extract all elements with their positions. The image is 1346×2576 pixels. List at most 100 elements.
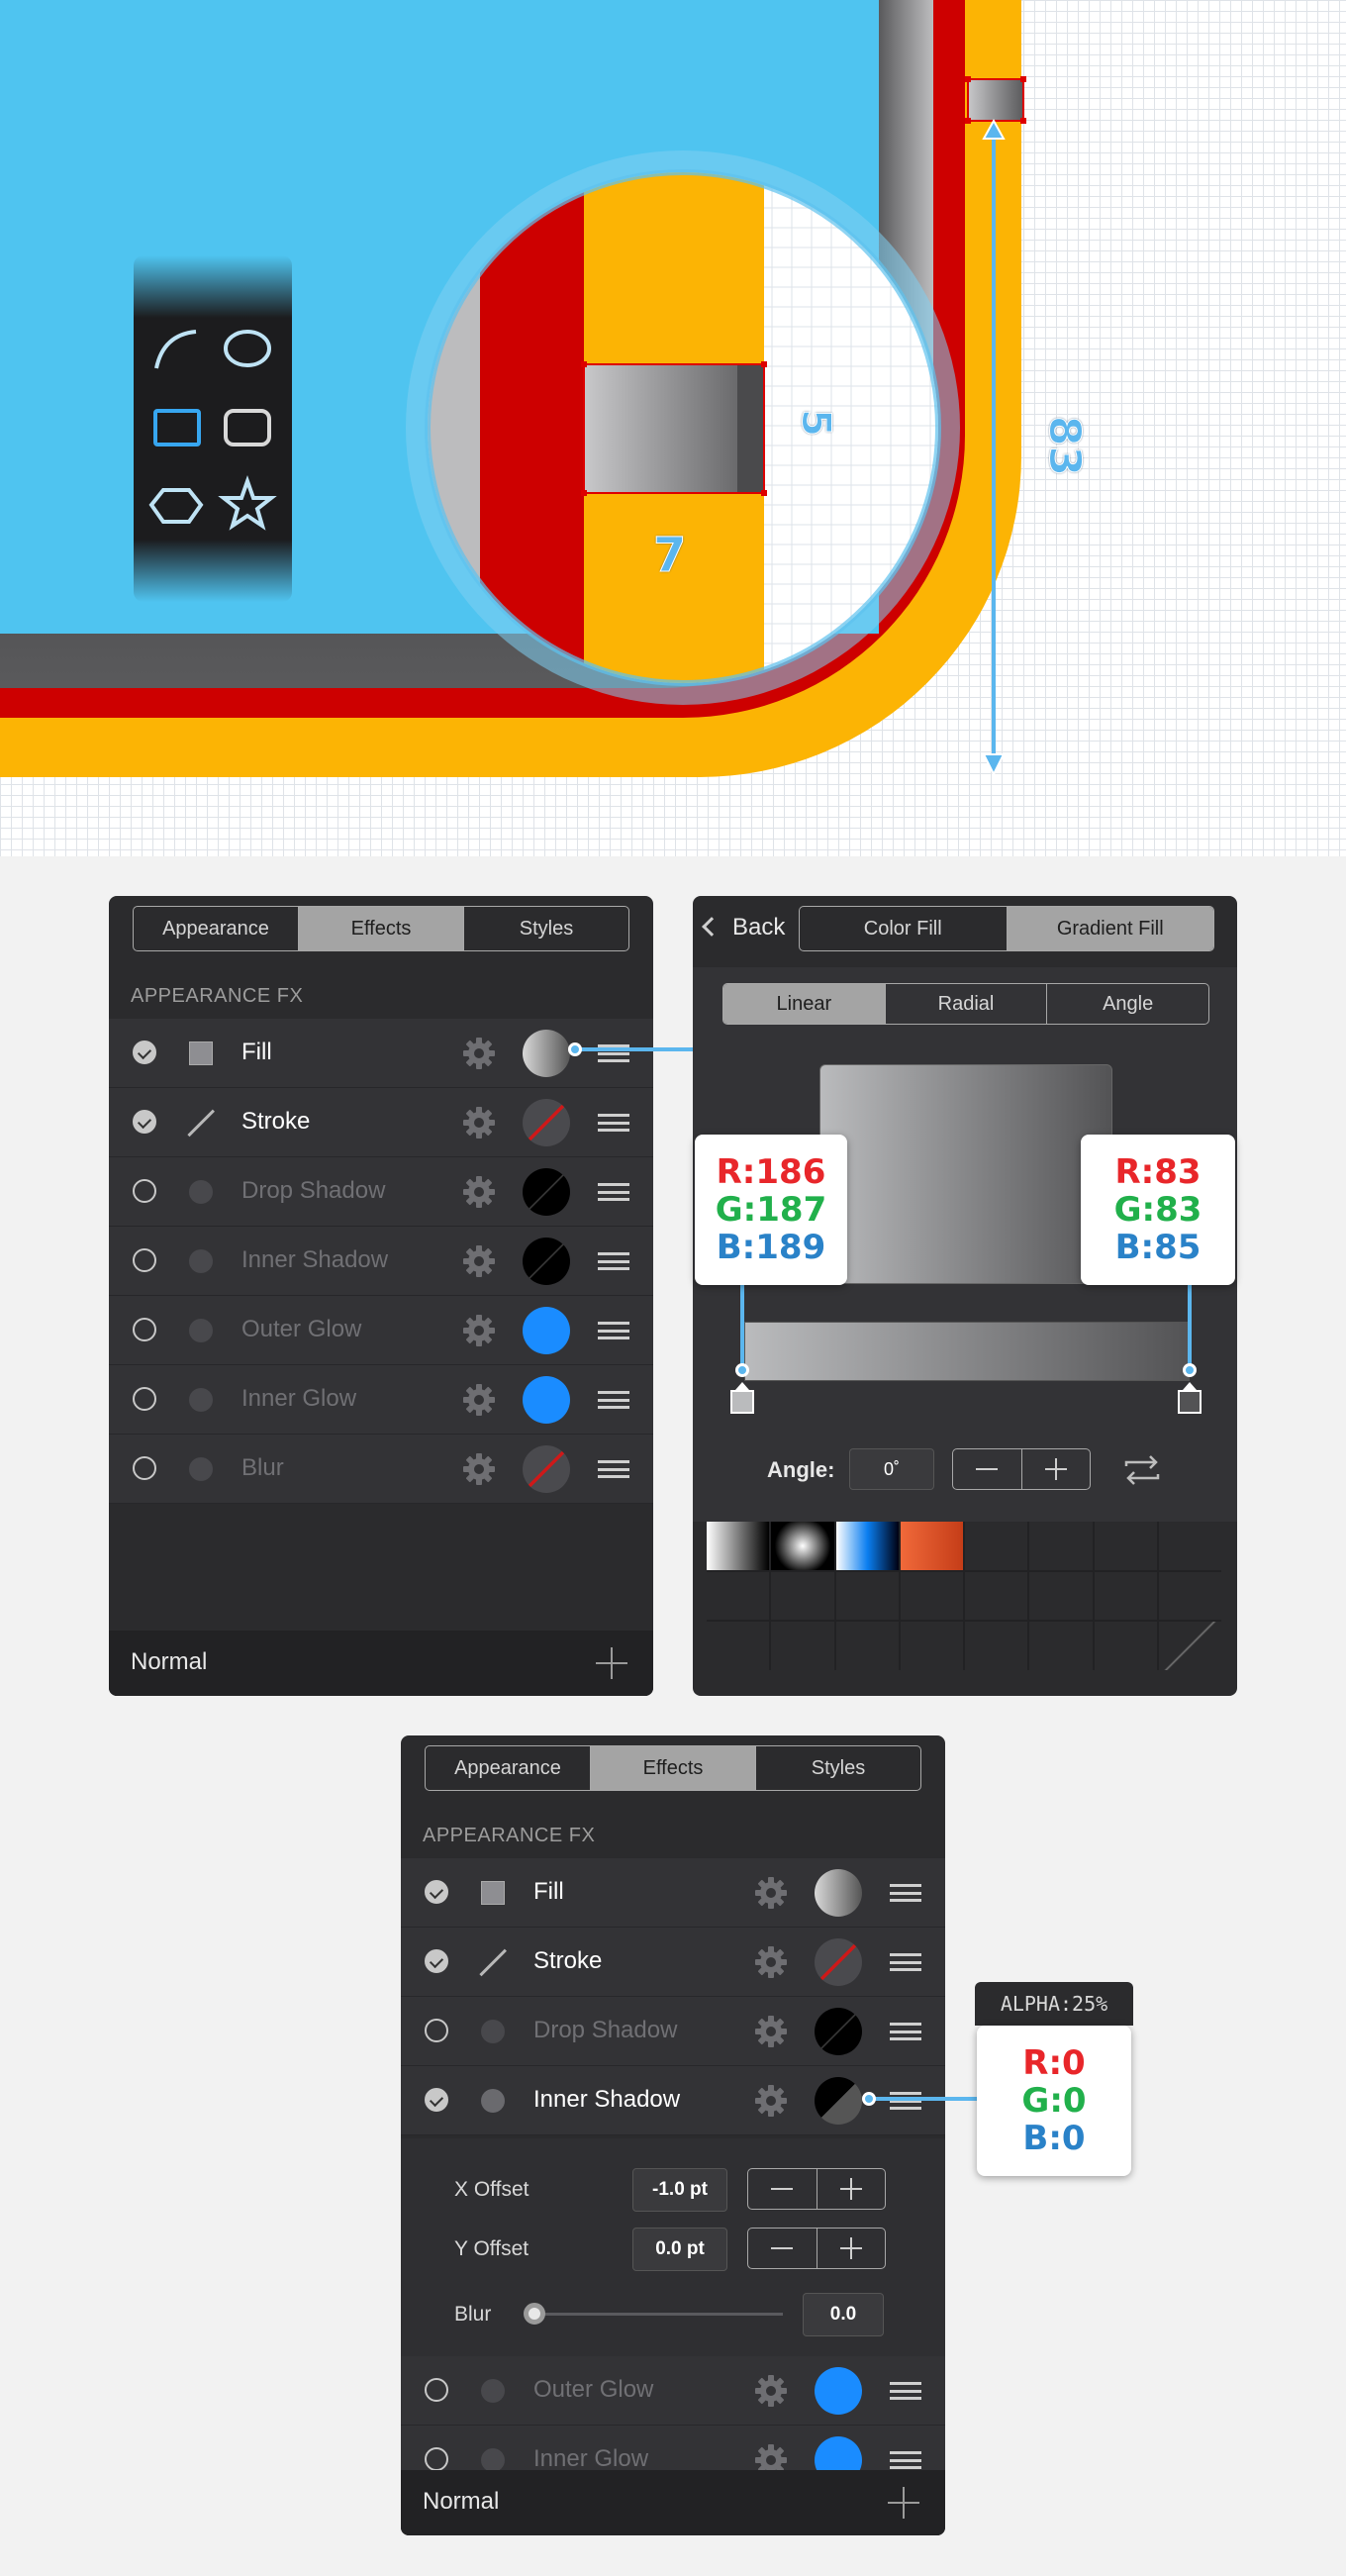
checkbox[interactable] — [133, 1248, 156, 1272]
color-swatch[interactable] — [523, 1168, 570, 1216]
preset-swatch[interactable] — [1094, 1571, 1157, 1621]
preset-swatch[interactable] — [771, 1622, 834, 1670]
checkbox[interactable] — [425, 1949, 448, 1973]
color-swatch[interactable] — [815, 2077, 862, 2125]
preset-swatch[interactable] — [707, 1571, 770, 1621]
gradient-stop-right[interactable] — [1178, 1382, 1202, 1414]
drag-handle-icon[interactable] — [890, 2451, 921, 2469]
gear-icon[interactable] — [461, 1451, 497, 1487]
angle-field[interactable]: 0˚ — [849, 1448, 934, 1490]
preset-swatch[interactable] — [1094, 1522, 1157, 1570]
checkbox[interactable] — [425, 1880, 448, 1904]
preset-swatch[interactable] — [900, 1622, 963, 1670]
drag-handle-icon[interactable] — [598, 1322, 629, 1339]
drag-handle-icon[interactable] — [598, 1252, 629, 1270]
checkbox[interactable] — [425, 2447, 448, 2471]
gear-icon[interactable] — [753, 1875, 789, 1911]
add-effect-icon[interactable] — [888, 2487, 919, 2519]
drag-handle-icon[interactable] — [890, 2382, 921, 2400]
preset-swatch[interactable] — [1094, 1622, 1157, 1670]
gradient-bar[interactable] — [744, 1322, 1190, 1381]
decrement-button[interactable] — [748, 2229, 817, 2268]
preset-swatch[interactable] — [1029, 1622, 1093, 1670]
increment-button[interactable] — [816, 2229, 886, 2268]
color-swatch[interactable] — [815, 2367, 862, 2415]
blend-mode-label[interactable]: Normal — [423, 2488, 499, 2516]
checkbox[interactable] — [133, 1110, 156, 1134]
checkbox[interactable] — [133, 1318, 156, 1341]
tab-effects[interactable]: Effects — [298, 907, 463, 950]
color-swatch[interactable] — [523, 1445, 570, 1493]
tab-color-fill[interactable]: Color Fill — [800, 907, 1007, 950]
preset-swatch[interactable] — [900, 1571, 963, 1621]
preset-swatch[interactable] — [1158, 1522, 1221, 1570]
drag-handle-icon[interactable] — [890, 2092, 921, 2110]
y-offset-field[interactable]: 0.0 pt — [632, 2228, 727, 2271]
tab-angle[interactable]: Angle — [1046, 984, 1208, 1024]
preset-swatch[interactable] — [835, 1571, 899, 1621]
drag-handle-icon[interactable] — [890, 1884, 921, 1902]
gradient-stop-left[interactable] — [730, 1382, 754, 1414]
gear-icon[interactable] — [753, 2083, 789, 2119]
gear-icon[interactable] — [461, 1313, 497, 1348]
checkbox[interactable] — [133, 1179, 156, 1203]
color-swatch[interactable] — [523, 1307, 570, 1354]
add-effect-icon[interactable] — [596, 1647, 627, 1679]
tab-appearance[interactable]: Appearance — [134, 907, 298, 950]
decrement-button[interactable] — [953, 1449, 1021, 1489]
preset-swatch[interactable] — [771, 1522, 834, 1570]
color-swatch[interactable] — [815, 2008, 862, 2055]
color-swatch[interactable] — [815, 1869, 862, 1917]
effect-row-outer-glow[interactable]: Outer Glow — [401, 2356, 945, 2426]
preset-swatch[interactable] — [965, 1622, 1028, 1670]
effect-row-blur[interactable]: Blur — [109, 1435, 653, 1504]
preset-swatch[interactable] — [835, 1622, 899, 1670]
preset-swatch[interactable] — [835, 1522, 899, 1570]
effect-row-drop-shadow[interactable]: Drop Shadow — [401, 1997, 945, 2066]
drag-handle-icon[interactable] — [598, 1114, 629, 1132]
effect-row-drop-shadow[interactable]: Drop Shadow — [109, 1157, 653, 1227]
swap-icon[interactable] — [1120, 1452, 1164, 1488]
checkbox[interactable] — [133, 1387, 156, 1411]
gear-icon[interactable] — [461, 1036, 497, 1071]
drag-handle-icon[interactable] — [598, 1460, 629, 1478]
checkbox[interactable] — [133, 1040, 156, 1064]
tab-effects[interactable]: Effects — [590, 1746, 755, 1790]
preset-swatch[interactable] — [965, 1522, 1028, 1570]
tab-linear[interactable]: Linear — [723, 984, 885, 1024]
checkbox[interactable] — [425, 2019, 448, 2042]
gear-icon[interactable] — [461, 1174, 497, 1210]
checkbox[interactable] — [133, 1456, 156, 1480]
drag-handle-icon[interactable] — [598, 1391, 629, 1409]
tab-appearance[interactable]: Appearance — [426, 1746, 590, 1790]
decrement-button[interactable] — [748, 2169, 817, 2209]
color-swatch[interactable] — [815, 1938, 862, 1986]
drag-handle-icon[interactable] — [598, 1183, 629, 1201]
blur-slider-track[interactable] — [529, 2313, 783, 2316]
preset-swatch[interactable] — [1158, 1571, 1221, 1621]
tab-radial[interactable]: Radial — [884, 984, 1047, 1024]
increment-button[interactable] — [1020, 1449, 1091, 1489]
effect-row-fill[interactable]: Fill — [401, 1858, 945, 1928]
gear-icon[interactable] — [753, 1944, 789, 1980]
preset-swatch[interactable] — [1029, 1571, 1093, 1621]
drag-handle-icon[interactable] — [890, 1953, 921, 1971]
effect-row-stroke[interactable]: Stroke — [401, 1928, 945, 1997]
chevron-left-icon[interactable] — [702, 917, 721, 937]
checkbox[interactable] — [425, 2378, 448, 2402]
checkbox[interactable] — [425, 2088, 448, 2112]
effect-row-outer-glow[interactable]: Outer Glow — [109, 1296, 653, 1365]
tab-gradient-fill[interactable]: Gradient Fill — [1006, 907, 1213, 950]
color-swatch[interactable] — [523, 1376, 570, 1424]
color-swatch[interactable] — [523, 1238, 570, 1285]
effect-row-inner-glow[interactable]: Inner Glow — [109, 1365, 653, 1435]
drag-handle-icon[interactable] — [890, 2023, 921, 2040]
tab-styles[interactable]: Styles — [463, 907, 628, 950]
remove-preset-icon[interactable] — [1158, 1622, 1221, 1670]
preset-swatch[interactable] — [1029, 1522, 1093, 1570]
gear-icon[interactable] — [753, 2373, 789, 2409]
preset-swatch[interactable] — [771, 1571, 834, 1621]
effect-row-stroke[interactable]: Stroke — [109, 1088, 653, 1157]
color-swatch[interactable] — [523, 1030, 570, 1077]
blur-slider-thumb[interactable] — [524, 2303, 545, 2325]
